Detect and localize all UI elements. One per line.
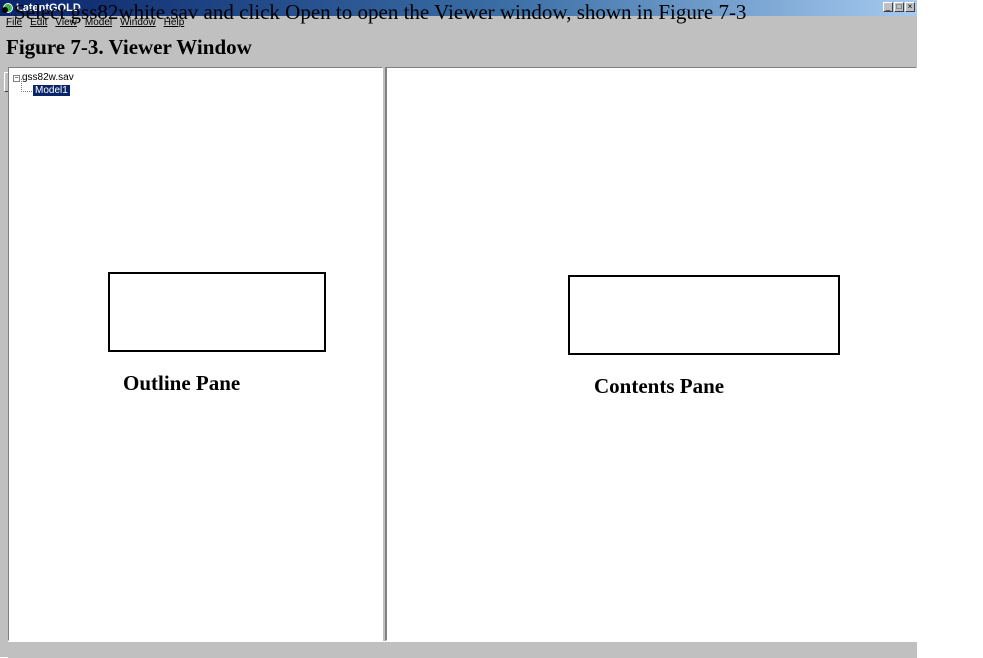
collapse-icon[interactable]: −	[13, 74, 20, 82]
contents-pane-label: Contents Pane	[594, 374, 725, 398]
outline-callout-box	[108, 272, 326, 352]
bullet-icon	[2, 7, 8, 13]
status-bar	[8, 641, 917, 658]
maximize-button[interactable]: □	[894, 2, 904, 12]
outline-tree: − gss82w.sav Model1	[13, 72, 74, 97]
contents-callout-box	[568, 275, 840, 355]
instruction-text: Select gss82white.sav and click Open to …	[14, 0, 747, 24]
window-controls: _ □ ×	[883, 2, 915, 12]
close-button[interactable]: ×	[905, 2, 915, 12]
tree-item-label[interactable]: Model1	[33, 85, 70, 96]
figure-caption: Figure 7-3. Viewer Window	[6, 35, 252, 59]
minimize-button[interactable]: _	[883, 2, 893, 12]
outline-pane[interactable]: − gss82w.sav Model1	[8, 67, 383, 641]
outline-pane-label: Outline Pane	[123, 371, 241, 395]
tree-item-model1[interactable]: Model1	[21, 79, 74, 97]
